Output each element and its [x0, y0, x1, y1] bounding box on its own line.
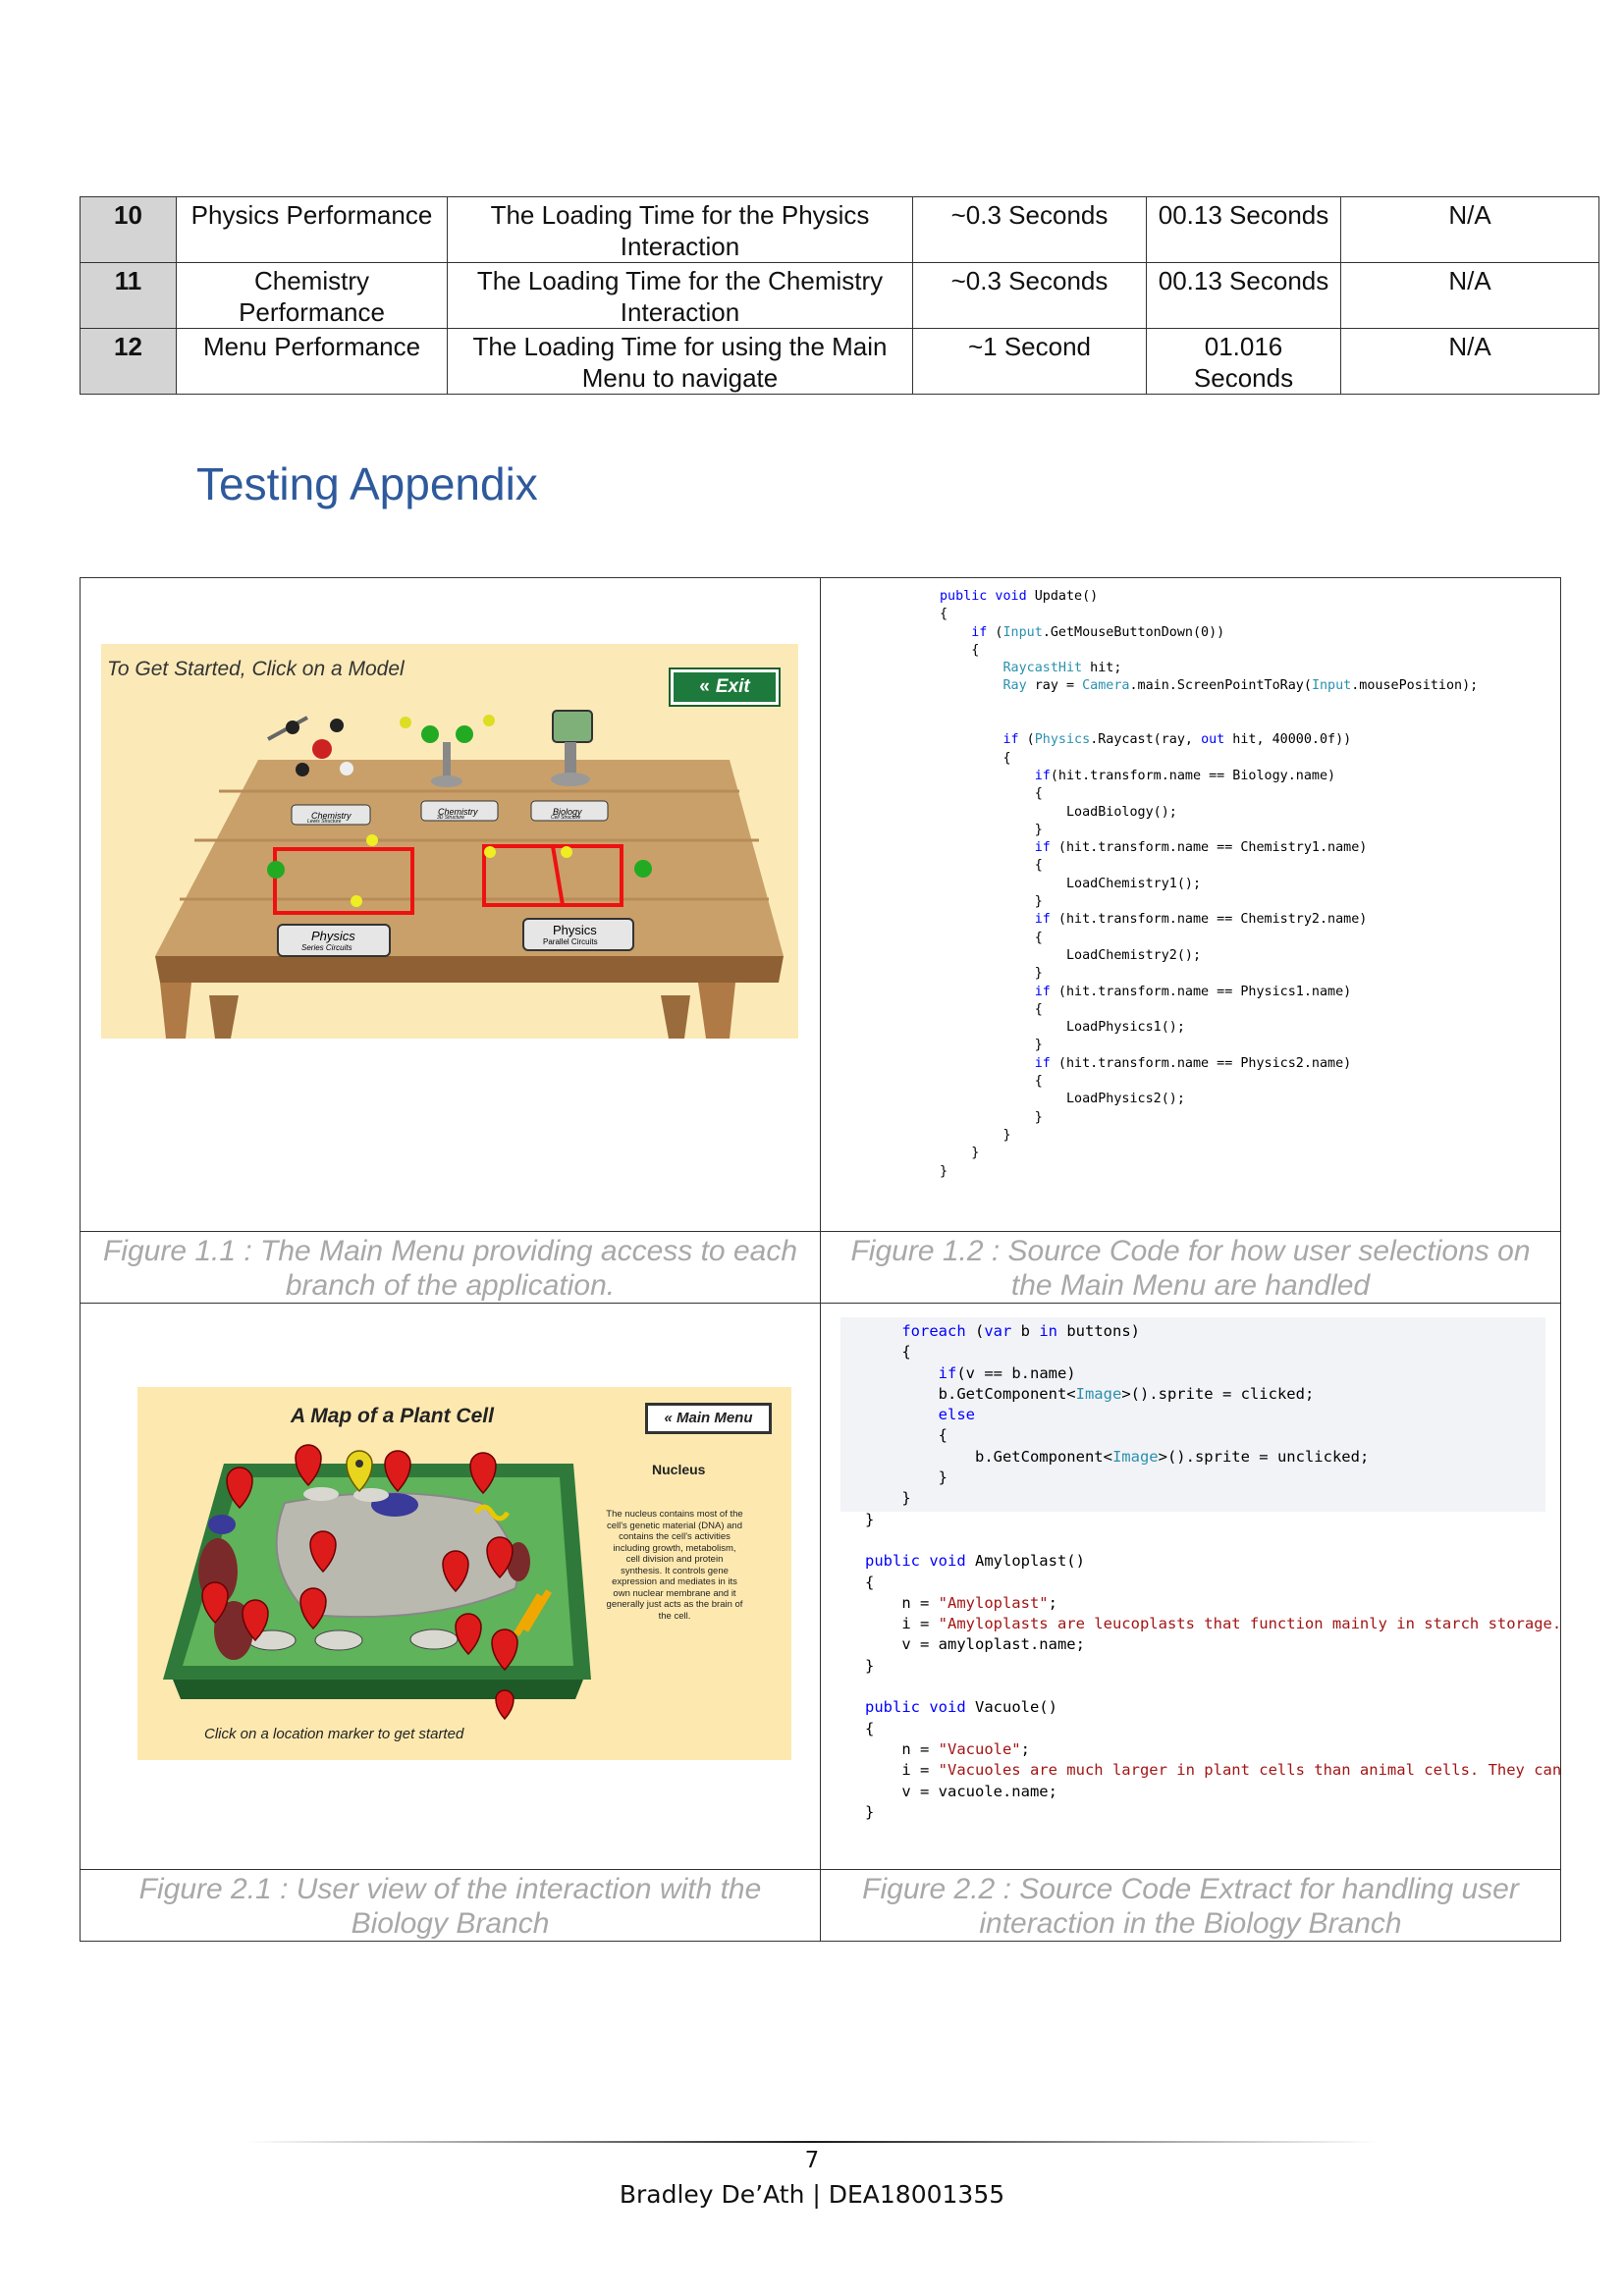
physics-series-label[interactable]: Physics — [311, 929, 355, 943]
actual-result: 00.13 Seconds — [1146, 196, 1341, 263]
plant-cell-screenshot: A Map of a Plant Cell « Main Menu Nucleu… — [137, 1387, 791, 1760]
expected-result: ~0.3 Seconds — [912, 196, 1147, 263]
figure-2-2-cell: foreach (var b in buttons) { if(v == b.n… — [820, 1303, 1562, 1870]
info-panel-title: Nucleus — [652, 1462, 706, 1477]
test-number: 10 — [80, 196, 177, 263]
chemistry-sublabel-2: 3D Structure — [437, 815, 464, 821]
footer-author: Bradley De’Ath | DEA18001355 — [619, 2180, 1005, 2209]
test-description: The Loading Time for the Chemistry Inter… — [447, 262, 913, 329]
double-chevron-left-icon: « — [699, 676, 710, 697]
footer-divider — [245, 2141, 1379, 2143]
chemistry-sublabel-1: Lewis Structure — [307, 819, 342, 825]
figure-2-1-caption: Figure 2.1 : User view of the interactio… — [80, 1869, 821, 1942]
start-prompt: To Get Started, Click on a Model — [107, 658, 405, 680]
test-number: 12 — [80, 328, 177, 395]
page-number: 7 — [804, 2148, 820, 2173]
notes: N/A — [1340, 262, 1599, 329]
section-heading: Testing Appendix — [196, 458, 538, 509]
main-menu-screenshot: Chemistry Chemistry Biology Physics Phys… — [101, 644, 798, 1039]
location-hint: Click on a location marker to get starte… — [204, 1726, 464, 1742]
exit-label: Exit — [715, 676, 750, 697]
biology-source-code: foreach (var b in buttons) { if(v == b.n… — [865, 1322, 1562, 1821]
figure-2-1-cell: A Map of a Plant Cell « Main Menu Nucleu… — [80, 1303, 821, 1870]
biology-sublabel: Cell Structure — [551, 815, 581, 821]
figure-2-2-caption: Figure 2.2 : Source Code Extract for han… — [820, 1869, 1561, 1942]
table-row: 12 Menu Performance The Loading Time for… — [80, 328, 1599, 395]
test-description: The Loading Time for using the Main Menu… — [447, 328, 913, 395]
main-menu-label: Main Menu — [677, 1410, 753, 1426]
physics-parallel-sublabel: Parallel Circuits — [543, 937, 598, 946]
figure-1-2-cell: public void Update() { if (Input.GetMous… — [820, 577, 1561, 1232]
results-table: 10 Physics Performance The Loading Time … — [80, 196, 1599, 395]
expected-result: ~0.3 Seconds — [912, 262, 1147, 329]
main-menu-button[interactable]: « Main Menu — [645, 1403, 772, 1434]
double-chevron-left-icon: « — [664, 1410, 677, 1426]
actual-result: 00.13 Seconds — [1146, 262, 1341, 329]
info-panel-text: The nucleus contains most of the cell's … — [606, 1509, 743, 1622]
cell-map-title: A Map of a Plant Cell — [291, 1405, 494, 1427]
physics-series-sublabel: Series Circuits — [301, 943, 352, 952]
exit-button[interactable]: «Exit — [669, 667, 781, 707]
notes: N/A — [1340, 196, 1599, 263]
figure-1-1-cell: Chemistry Chemistry Biology Physics Phys… — [80, 577, 821, 1232]
actual-result: 01.016 Seconds — [1146, 328, 1341, 395]
figure-1-2-caption: Figure 1.2 : Source Code for how user se… — [820, 1231, 1561, 1304]
update-source-code: public void Update() { if (Input.GetMous… — [940, 589, 1479, 1179]
test-name: Chemistry Performance — [176, 262, 448, 329]
test-name: Physics Performance — [176, 196, 448, 263]
table-row: 10 Physics Performance The Loading Time … — [80, 196, 1599, 263]
table-row: 11 Chemistry Performance The Loading Tim… — [80, 262, 1599, 329]
appendix-grid: Chemistry Chemistry Biology Physics Phys… — [80, 577, 1561, 1942]
figure-1-1-caption: Figure 1.1 : The Main Menu providing acc… — [80, 1231, 821, 1304]
physics-parallel-label[interactable]: Physics — [553, 923, 597, 937]
notes: N/A — [1340, 328, 1599, 395]
test-name: Menu Performance — [176, 328, 448, 395]
test-description: The Loading Time for the Physics Interac… — [447, 196, 913, 263]
expected-result: ~1 Second — [912, 328, 1147, 395]
test-number: 11 — [80, 262, 177, 329]
